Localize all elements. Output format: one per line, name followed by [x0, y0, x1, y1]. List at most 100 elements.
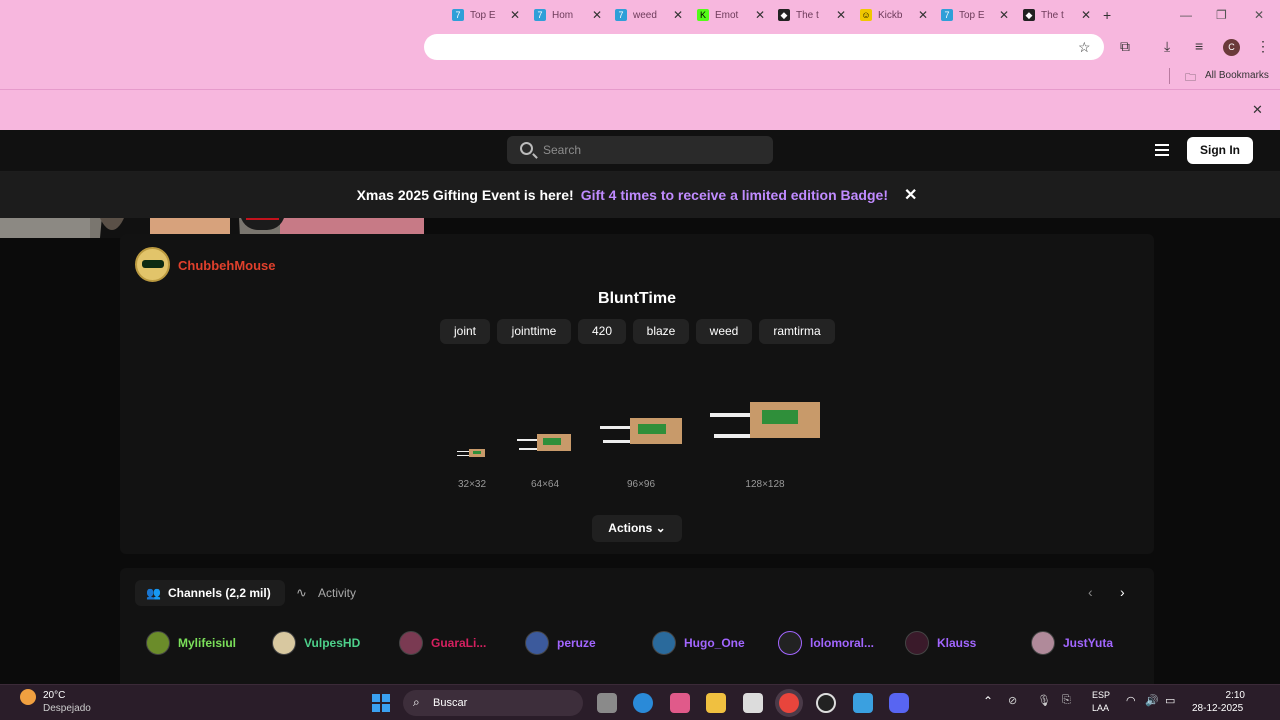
new-tab-button[interactable]: +: [1103, 5, 1111, 25]
tag-chip[interactable]: jointtime: [497, 319, 571, 344]
channel-item[interactable]: GuaraLi...: [399, 631, 486, 655]
battery-icon[interactable]: ▭: [1165, 694, 1175, 707]
tag-chip[interactable]: joint: [440, 319, 490, 344]
file-explorer-icon[interactable]: [706, 693, 726, 713]
owner-name[interactable]: ChubbehMouse: [178, 258, 276, 273]
7tv-icon: 7: [941, 9, 953, 21]
close-icon[interactable]: ✕: [999, 8, 1009, 22]
restore-icon[interactable]: ❐: [1216, 8, 1227, 22]
edge-icon[interactable]: [633, 693, 653, 713]
close-icon[interactable]: ✕: [673, 8, 683, 22]
size-label: 128×128: [745, 479, 785, 490]
event-banner: Xmas 2025 Gifting Event is here! Gift 4 …: [0, 172, 1280, 218]
close-icon[interactable]: ✕: [836, 8, 846, 22]
channel-item[interactable]: Hugo_One: [652, 631, 745, 655]
users-icon: 👥: [146, 586, 161, 600]
search-input[interactable]: Search: [507, 136, 773, 164]
taskbar-search[interactable]: ⌕ Buscar: [403, 690, 583, 716]
browser-tab[interactable]: ◆ The t ✕: [1023, 5, 1091, 25]
size-label: 64×64: [530, 479, 560, 490]
actions-button[interactable]: Actions ⌄: [592, 515, 682, 542]
address-bar[interactable]: [424, 34, 1104, 60]
browser-tab[interactable]: K Emot ✕: [697, 5, 765, 25]
tab-channels[interactable]: 👥 Channels (2,2 mil): [135, 580, 285, 606]
menu-dots-icon[interactable]: ⋮: [1256, 38, 1270, 55]
avatar: [905, 631, 929, 655]
task-view-icon[interactable]: [597, 693, 617, 713]
browser-tab[interactable]: 7 weed ✕: [615, 5, 683, 25]
tab-activity[interactable]: ∿ Activity: [296, 580, 376, 606]
copilot-icon[interactable]: [670, 693, 690, 713]
banner-link[interactable]: Gift 4 times to receive a limited editio…: [581, 187, 888, 203]
browser-tab[interactable]: 7 Hom ✕: [534, 5, 602, 25]
microphone-icon[interactable]: 🎙: [1037, 694, 1051, 707]
avatar: [652, 631, 676, 655]
chevron-up-icon[interactable]: ⌃: [983, 694, 993, 708]
discord-icon[interactable]: [889, 693, 909, 713]
size-label: 96×96: [626, 479, 656, 490]
channel-item[interactable]: peruze: [525, 631, 596, 655]
weather-temp[interactable]: 20°C: [43, 690, 65, 701]
clock-date[interactable]: 28-12-2025: [1192, 703, 1243, 714]
notification-icon[interactable]: ⎘: [1062, 694, 1071, 707]
media-control-icon[interactable]: ≡: [1195, 38, 1203, 54]
language-code[interactable]: ESP: [1092, 690, 1110, 700]
tag-chip[interactable]: blaze: [633, 319, 689, 344]
browser-tab[interactable]: ☺ Kickb ✕: [860, 5, 928, 25]
emote-card: [120, 234, 1154, 554]
7tv-icon: 7: [615, 9, 627, 21]
obs-icon[interactable]: [816, 693, 836, 713]
tag-chip[interactable]: 420: [578, 319, 626, 344]
extensions-icon[interactable]: ⧉: [1120, 38, 1130, 55]
close-icon[interactable]: ✕: [1081, 8, 1091, 22]
browser-tab[interactable]: 7 Top E ✕: [941, 5, 1009, 25]
channel-item[interactable]: Mylifeisiul: [146, 631, 236, 655]
all-bookmarks-link[interactable]: All Bookmarks: [1205, 70, 1269, 81]
channel-item[interactable]: JustYuta: [1031, 631, 1113, 655]
close-icon[interactable]: ✕: [1252, 102, 1263, 118]
7tv-icon: 7: [534, 9, 546, 21]
sign-in-button[interactable]: Sign In: [1187, 137, 1253, 164]
volume-icon[interactable]: 🔊: [1145, 694, 1159, 707]
tag-chip[interactable]: weed: [696, 319, 752, 344]
star-icon[interactable]: ☆: [1078, 39, 1091, 56]
close-window-icon[interactable]: ✕: [1254, 8, 1264, 22]
chevron-right-icon[interactable]: ›: [1120, 584, 1125, 600]
weather-desc[interactable]: Despejado: [43, 703, 91, 714]
browser-tab[interactable]: 7 Top E ✕: [452, 5, 520, 25]
channel-item[interactable]: lolomoral...: [778, 631, 874, 655]
hamburger-menu-icon[interactable]: [1155, 144, 1169, 156]
chrome-icon[interactable]: [779, 693, 799, 713]
channel-item[interactable]: Klauss: [905, 631, 976, 655]
store-icon[interactable]: [743, 693, 763, 713]
close-icon[interactable]: ✕: [755, 8, 765, 22]
weather-icon: [20, 689, 36, 705]
emote-preview-64: [517, 434, 571, 451]
language-layout[interactable]: LAA: [1092, 703, 1109, 713]
profile-avatar[interactable]: C: [1223, 39, 1240, 56]
clock-time[interactable]: 2:10: [1195, 690, 1245, 701]
close-icon[interactable]: ✕: [592, 8, 602, 22]
chevron-left-icon[interactable]: ‹: [1088, 584, 1093, 600]
owner-avatar[interactable]: [135, 247, 170, 282]
os-taskbar: 20°C Despejado ⌕ Buscar ⌃ ⊘ 🎙 ⎘ ESP LAA …: [0, 684, 1280, 720]
folder-icon: 🗀: [1185, 72, 1196, 84]
activity-icon: ∿: [296, 585, 307, 600]
close-icon[interactable]: ✕: [510, 8, 520, 22]
channel-item[interactable]: VulpesHD: [272, 631, 360, 655]
photos-icon[interactable]: [853, 693, 873, 713]
tag-chip[interactable]: ramtirma: [759, 319, 835, 344]
wifi-icon[interactable]: ◠: [1126, 694, 1136, 707]
browser-tab[interactable]: ◆ The t ✕: [778, 5, 846, 25]
minimize-icon[interactable]: —: [1180, 8, 1192, 22]
download-icon[interactable]: ⤓: [1164, 38, 1170, 55]
windows-start-icon[interactable]: [372, 694, 390, 712]
close-icon[interactable]: ✕: [904, 185, 917, 205]
app-icon: ◆: [778, 9, 790, 21]
close-icon[interactable]: ✕: [918, 8, 928, 22]
avatar: [272, 631, 296, 655]
network-off-icon[interactable]: ⊘: [1008, 694, 1017, 707]
emote-title: BluntTime: [598, 290, 676, 307]
kickbot-icon: ☺: [860, 9, 872, 21]
browser-toolbar: ☆ ⧉ ⤓ ≡ C ⋮: [0, 30, 1280, 64]
